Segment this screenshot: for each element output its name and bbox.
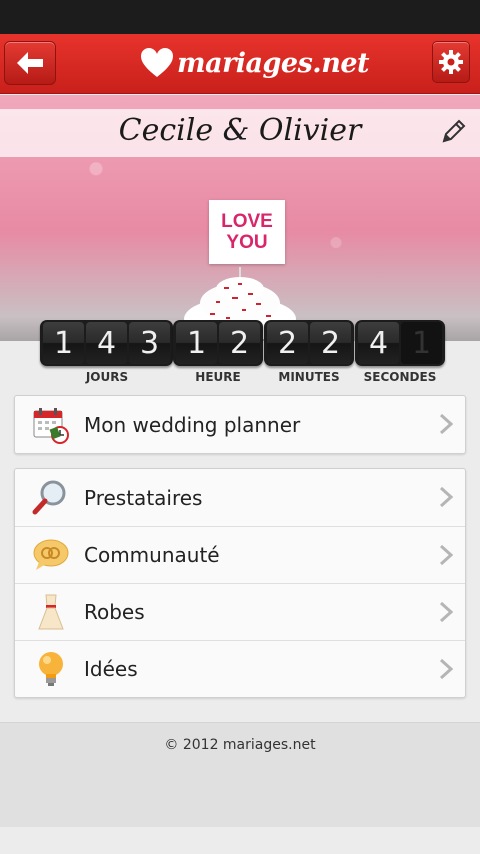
digit: 2 xyxy=(267,322,308,364)
hours-label: HEURE xyxy=(195,370,241,384)
pencil-icon xyxy=(442,119,466,143)
logo-text: mariages.net xyxy=(177,47,369,79)
status-bar xyxy=(0,0,480,34)
digit: 1 xyxy=(401,322,442,364)
digit: 1 xyxy=(176,322,217,364)
couple-name: Cecile & Olivier xyxy=(118,113,362,148)
couple-name-band: Cecile & Olivier xyxy=(0,109,480,157)
seconds-digits: 4 1 xyxy=(355,320,445,366)
heart-logo-icon xyxy=(141,48,173,77)
magnifier-icon xyxy=(31,478,71,518)
digit: 2 xyxy=(310,322,351,364)
digit: 2 xyxy=(219,322,260,364)
menu-item-label: Robes xyxy=(84,600,145,624)
chevron-right-icon xyxy=(439,486,453,508)
card-line1: LOVE xyxy=(221,211,273,232)
digit: 4 xyxy=(86,322,127,364)
seconds-label: SECONDES xyxy=(363,370,437,384)
back-arrow-icon xyxy=(17,52,43,74)
love-you-card: LOVE YOU xyxy=(209,200,285,264)
settings-button[interactable] xyxy=(432,41,470,83)
menu-item-idees[interactable]: Idées xyxy=(15,640,465,697)
copyright-text: © 2012 mariages.net xyxy=(164,737,316,753)
footer: © 2012 mariages.net xyxy=(0,722,480,827)
chevron-right-icon xyxy=(439,544,453,566)
main-menu-card: Prestataires Communauté Robes Idées xyxy=(14,468,466,698)
days-digits: 1 4 3 xyxy=(40,320,173,366)
app-header: mariages.net xyxy=(0,34,480,94)
menu-item-label: Idées xyxy=(84,657,138,681)
gear-icon xyxy=(439,50,463,74)
hours-digits: 1 2 xyxy=(173,320,263,366)
days-label: JOURS xyxy=(85,370,129,384)
menu-item-label: Prestataires xyxy=(84,485,203,510)
digit: 1 xyxy=(43,322,84,364)
menu-item-wedding-planner[interactable]: Mon wedding planner xyxy=(15,396,465,453)
menu-item-prestataires[interactable]: Prestataires xyxy=(15,469,465,526)
digit: 4 xyxy=(358,322,399,364)
card-line2: YOU xyxy=(226,232,268,253)
app-logo: mariages.net xyxy=(140,40,369,86)
menu-item-label: Communauté xyxy=(84,543,220,567)
hero-banner: Cecile & Olivier LOVE YOU xyxy=(0,95,480,341)
lightbulb-icon xyxy=(31,649,71,689)
dress-icon xyxy=(31,592,71,632)
edit-button[interactable] xyxy=(438,117,468,147)
minutes-label: MINUTES xyxy=(278,370,340,384)
menu-item-label: Mon wedding planner xyxy=(84,412,301,437)
chat-rings-icon xyxy=(31,535,71,575)
planner-card: Mon wedding planner xyxy=(14,395,466,454)
calendar-icon xyxy=(31,405,71,445)
countdown-timer: 1 4 3 JOURS 1 2 HEURE 2 2 MINUTES 4 1 SE… xyxy=(0,320,480,390)
chevron-right-icon xyxy=(439,413,453,435)
chevron-right-icon xyxy=(439,601,453,623)
chevron-right-icon xyxy=(439,658,453,680)
menu-item-communaute[interactable]: Communauté xyxy=(15,526,465,583)
menu-item-robes[interactable]: Robes xyxy=(15,583,465,640)
back-button[interactable] xyxy=(4,41,56,85)
digit: 3 xyxy=(129,322,170,364)
minutes-digits: 2 2 xyxy=(264,320,354,366)
